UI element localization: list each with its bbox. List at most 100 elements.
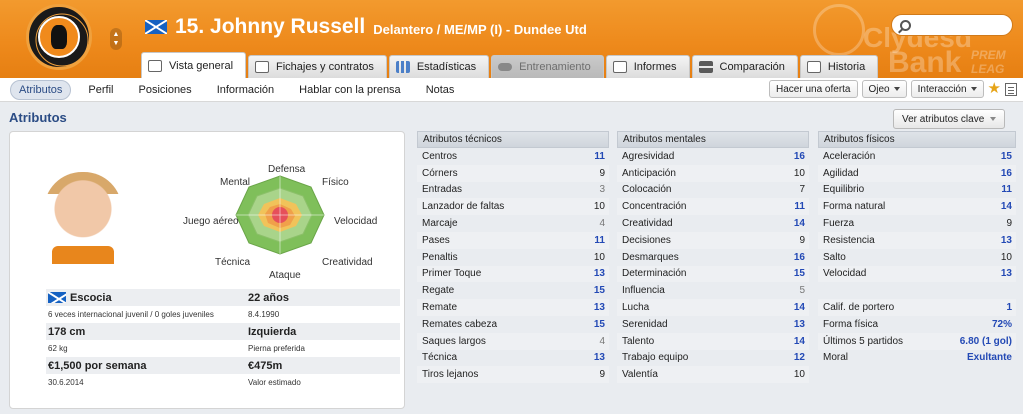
attribute-row[interactable]: Remate 13 (417, 299, 609, 316)
attribute-value: 14 (793, 302, 805, 314)
radar-label-juego-aereo: Juego aéreo (183, 216, 239, 227)
subnav-atributos[interactable]: Atributos (10, 79, 72, 100)
subnav-notas[interactable]: Notas (418, 81, 463, 99)
search-box[interactable] (891, 14, 1013, 36)
attribute-row[interactable]: Salto 10 (818, 249, 1016, 266)
radar-label-creatividad: Creatividad (322, 257, 373, 268)
physical-attributes: Atributos físicos Aceleración 15 Agilidad 1… (818, 131, 1016, 366)
attribute-row[interactable]: Marcaje 4 (417, 215, 609, 232)
subnav-perfil[interactable]: Perfil (80, 81, 121, 99)
attribute-row[interactable]: Lucha 14 (617, 299, 809, 316)
subnav-informacion[interactable]: Información (209, 81, 282, 99)
attribute-row[interactable]: Decisiones 9 (617, 231, 809, 249)
document-icon (255, 61, 270, 73)
attribute-row[interactable]: Primer Toque 13 (417, 265, 609, 283)
nationality[interactable]: Escocia (70, 292, 112, 304)
subnav-posiciones[interactable]: Posiciones (130, 81, 199, 99)
attribute-row[interactable]: Entradas 3 (417, 182, 609, 199)
chevron-down-icon (970, 87, 977, 91)
attribute-value: 9 (1006, 218, 1012, 230)
attribute-row[interactable]: Agilidad 16 (818, 164, 1016, 182)
interaction-dropdown[interactable]: Interacción (910, 80, 984, 98)
attribute-value: 4 (599, 335, 605, 347)
notes-icon[interactable] (1005, 82, 1017, 96)
contract-end: 30.6.2014 (48, 378, 84, 387)
attribute-name: Creatividad (622, 218, 673, 230)
attribute-row[interactable]: Últimos 5 partidos 6.80 (1 gol) (818, 332, 1016, 350)
attribute-value: 10 (793, 167, 805, 179)
player-overview-panel: Defensa Mental Físico Juego aéreo Veloci… (9, 131, 405, 409)
attribute-name: Saques largos (422, 335, 486, 347)
attribute-value: 16 (793, 251, 805, 263)
attribute-name: Remate (422, 302, 458, 314)
tab-entrenamiento[interactable]: Entrenamiento (491, 55, 604, 78)
attribute-row[interactable]: Serenidad 13 (617, 316, 809, 333)
search-input[interactable] (917, 19, 1007, 31)
tab-vista-general[interactable]: Vista general (141, 52, 247, 78)
tab-historia[interactable]: Historia (799, 55, 879, 78)
scout-dropdown[interactable]: Ojeo (861, 80, 907, 98)
key-attributes-button[interactable]: Ver atributos clave (893, 109, 1006, 129)
preferred-foot: Izquierda (248, 325, 297, 338)
stepper-down-icon[interactable]: ▼ (113, 39, 120, 48)
attribute-row[interactable]: Talento 14 (617, 332, 809, 350)
attribute-name: Desmarques (622, 251, 679, 263)
attribute-row[interactable]: Moral Exultante (818, 350, 1016, 367)
attribute-row[interactable]: Córners 9 (417, 164, 609, 182)
attribute-value: 11 (594, 150, 605, 162)
subnav-hablar-prensa[interactable]: Hablar con la prensa (291, 81, 409, 99)
attribute-value: 3 (599, 184, 605, 196)
attribute-row[interactable]: Saques largos 4 (417, 332, 609, 350)
attribute-row[interactable]: Concentración 11 (617, 198, 809, 216)
attribute-value: 15 (593, 318, 605, 330)
attribute-row[interactable]: Regate 15 (417, 282, 609, 299)
wage: €1,500 por semana (48, 359, 147, 372)
attribute-row[interactable]: Remates cabeza 15 (417, 316, 609, 333)
attribute-name: Agilidad (823, 167, 859, 179)
attribute-name: Remates cabeza (422, 318, 498, 330)
tab-comparacion[interactable]: Comparación (691, 55, 798, 78)
attribute-row[interactable]: Forma física 72% (818, 316, 1016, 333)
attribute-value: 9 (599, 167, 605, 179)
attribute-row[interactable]: Agresividad 16 (617, 148, 809, 165)
attribute-name: Velocidad (823, 268, 867, 280)
attribute-row[interactable]: Colocación 7 (617, 182, 809, 199)
attribute-row[interactable]: Anticipación 10 (617, 164, 809, 182)
tab-informes[interactable]: Informes (605, 55, 690, 78)
attribute-row[interactable]: Penaltis 10 (417, 249, 609, 266)
attribute-row[interactable]: Forma natural 14 (818, 198, 1016, 216)
attribute-row[interactable]: Influencia 5 (617, 282, 809, 299)
attribute-row[interactable]: Trabajo equipo 12 (617, 350, 809, 367)
attribute-name: Moral (823, 352, 849, 364)
attribute-row[interactable]: Técnica 13 (417, 350, 609, 367)
youth-caps: 6 veces internacional juvenil / 0 goles … (48, 310, 214, 319)
attribute-row[interactable]: Lanzador de faltas 10 (417, 198, 609, 216)
attribute-row[interactable]: Fuerza 9 (818, 215, 1016, 232)
attribute-name: Marcaje (422, 218, 458, 230)
attribute-row[interactable]: Desmarques 16 (617, 249, 809, 266)
attribute-row[interactable]: Velocidad 13 (818, 265, 1016, 283)
attribute-name: Técnica (422, 352, 458, 364)
search-icon[interactable] (900, 19, 911, 31)
attribute-row[interactable]: Calif. de portero 1 (818, 299, 1016, 316)
make-offer-button[interactable]: Hacer una oferta (769, 80, 858, 98)
attribute-name: Lucha (622, 302, 650, 314)
player-stepper[interactable]: ▲ ▼ (110, 28, 122, 50)
star-icon[interactable]: ★ (988, 80, 1001, 98)
attribute-row[interactable]: Equilibrio 11 (818, 182, 1016, 199)
attribute-row[interactable]: Determinación 15 (617, 265, 809, 283)
attribute-row[interactable]: Tiros lejanos 9 (417, 366, 609, 384)
attribute-value: 12 (793, 352, 805, 364)
player-name: 15. Johnny Russell (175, 15, 366, 38)
stepper-up-icon[interactable]: ▲ (113, 30, 120, 39)
tab-fichajes-contratos[interactable]: Fichajes y contratos (248, 55, 387, 78)
attribute-row[interactable]: Pases 11 (417, 231, 609, 249)
height: 178 cm (48, 325, 86, 338)
attribute-row[interactable]: Centros 11 (417, 148, 609, 165)
club-crest-icon[interactable] (26, 4, 92, 70)
attribute-row[interactable]: Resistencia 13 (818, 231, 1016, 249)
attribute-row[interactable]: Valentía 10 (617, 366, 809, 384)
attribute-row[interactable]: Creatividad 14 (617, 215, 809, 232)
tab-estadisticas[interactable]: Estadísticas (388, 55, 490, 78)
attribute-row[interactable]: Aceleración 15 (818, 148, 1016, 165)
